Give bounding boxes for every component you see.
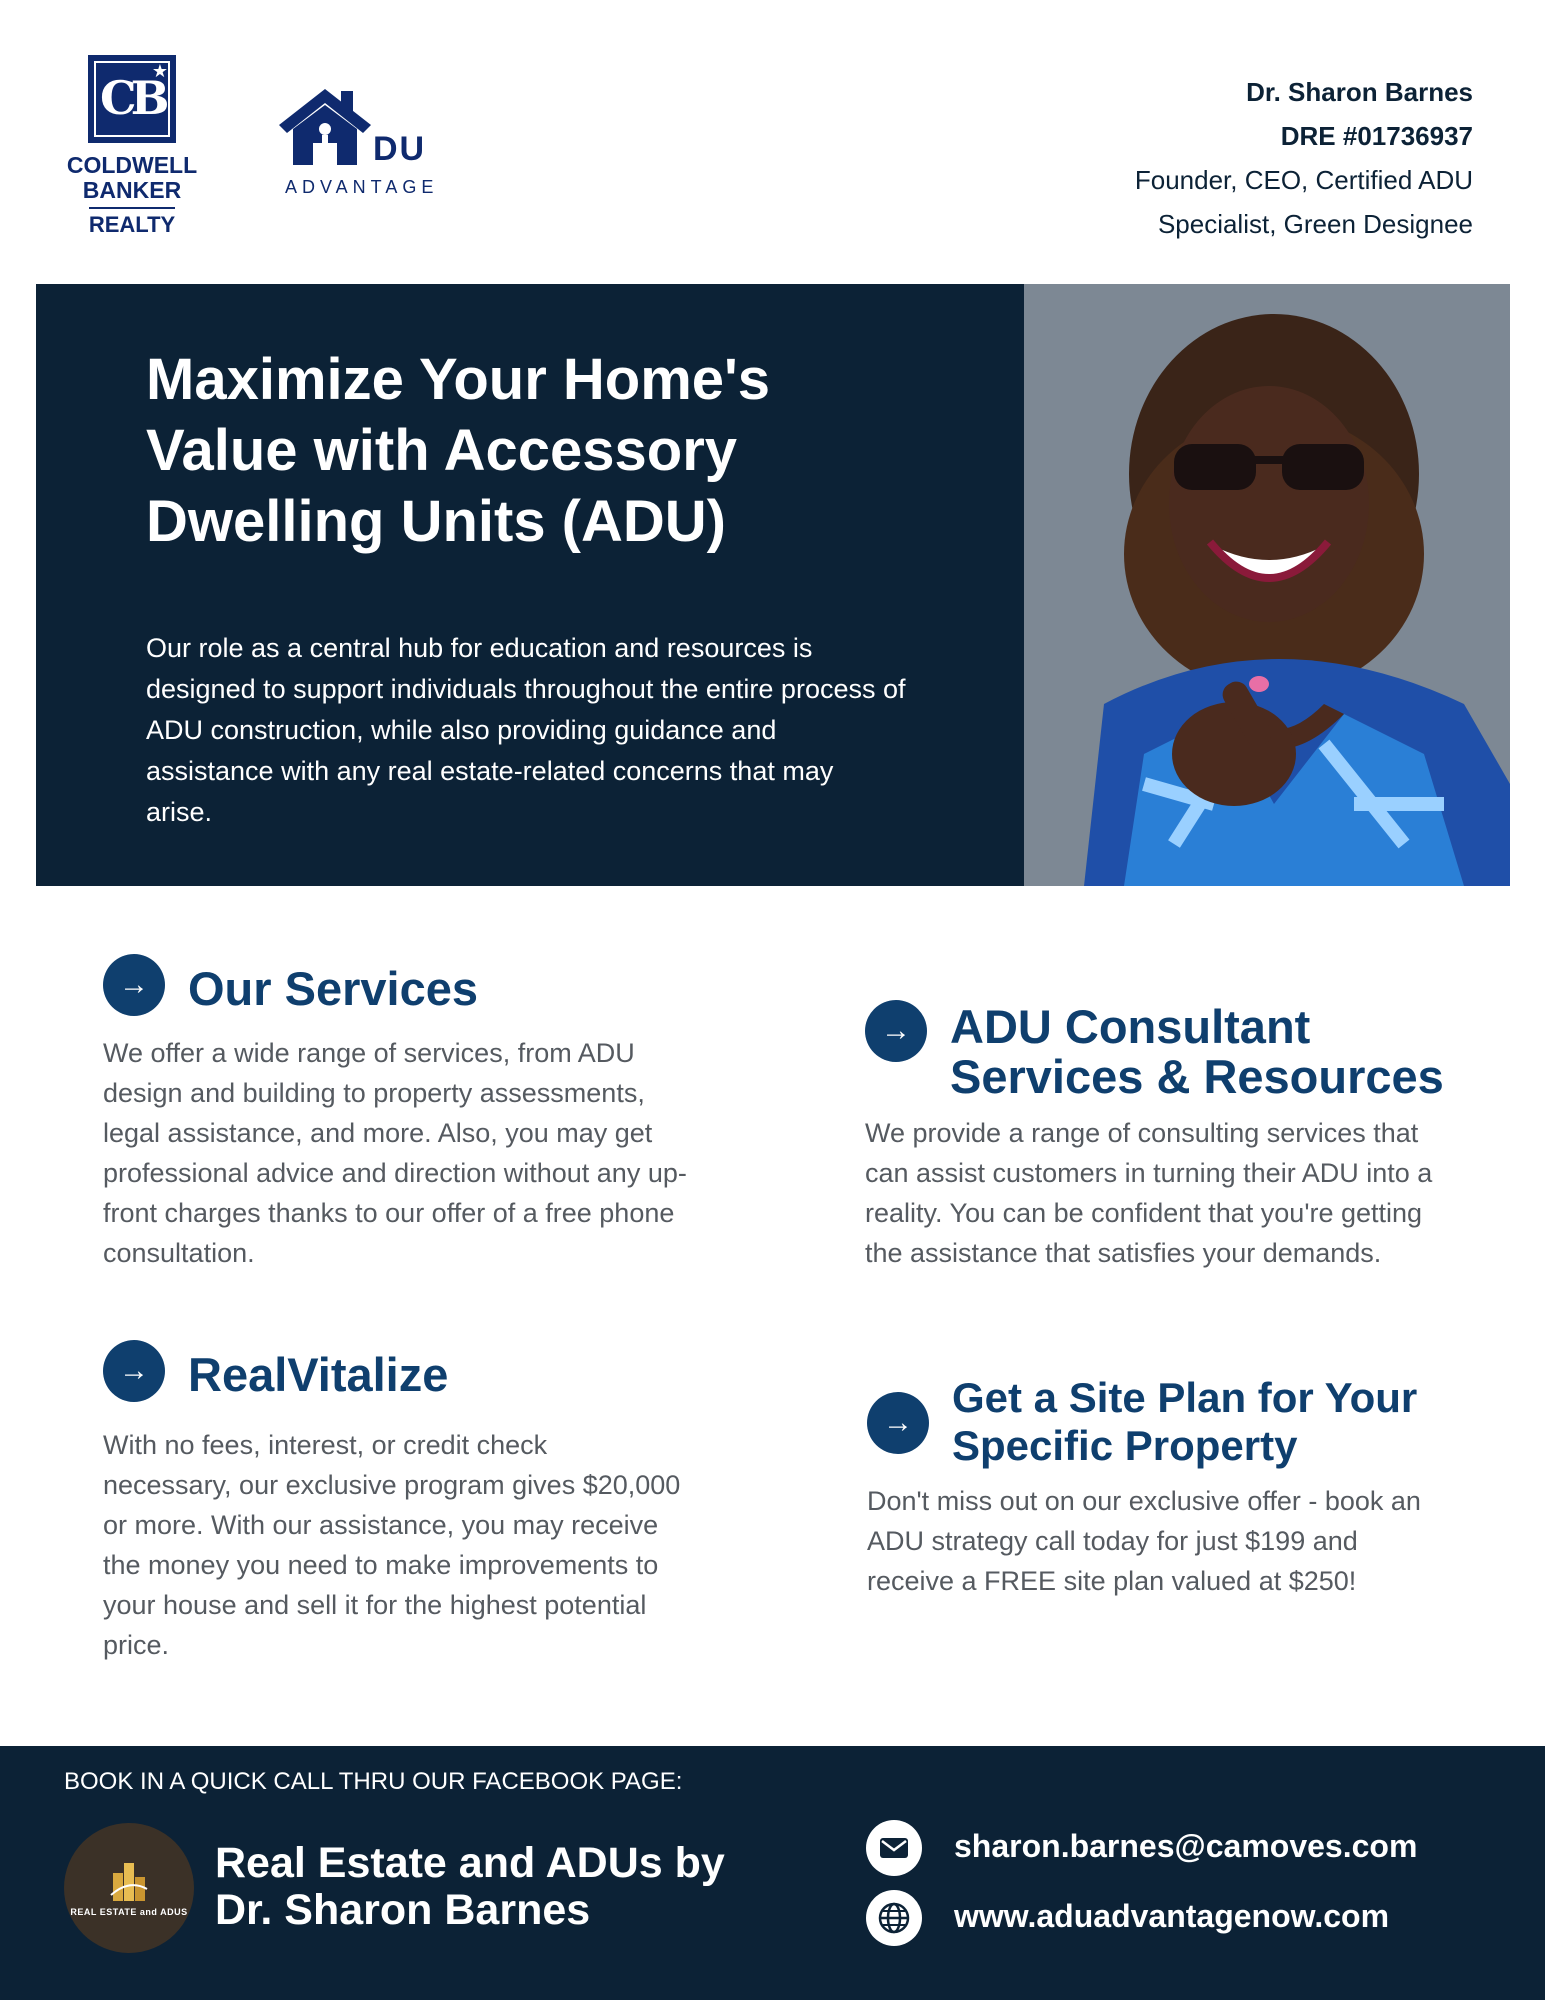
agent-role-line1: Founder, CEO, Certified ADU: [1134, 165, 1473, 195]
section-title-realvitalize: RealVitalize: [188, 1348, 449, 1401]
section-body-realvitalize: With no fees, interest, or credit check …: [103, 1430, 681, 1660]
section-title-line: Specific Property: [952, 1422, 1298, 1469]
house-icon: [279, 89, 371, 165]
section-title-line: Get a Site Plan for Your: [952, 1374, 1418, 1421]
coldwell-banker-logo: CB ★ COLDWELL BANKER REALTY: [52, 55, 212, 237]
coldwell-banker-emblem: CB ★: [88, 55, 176, 143]
email-icon: [866, 1820, 922, 1876]
facebook-page-name-line: Dr. Sharon Barnes: [215, 1886, 591, 1934]
arrow-right-icon: →: [103, 1340, 165, 1402]
arrow-right-icon: →: [103, 954, 165, 1016]
adu-logo-tagline: ADVANTAGE: [285, 177, 439, 197]
arrow-right-icon: →: [867, 1392, 929, 1454]
hero-title-line: Dwelling Units (ADU): [146, 489, 726, 554]
agent-name: Dr. Sharon Barnes: [1246, 77, 1473, 107]
section-title-line: ADU Consultant: [950, 1000, 1311, 1053]
section-title-consultant: ADU Consultant Services & Resources: [950, 1002, 1444, 1102]
logo-line: BANKER: [82, 177, 182, 203]
website-link[interactable]: www.aduadvantagenow.com: [954, 1898, 1389, 1935]
section-title-services: Our Services: [188, 962, 479, 1015]
section-body-siteplan: Don't miss out on our exclusive offer - …: [867, 1486, 1421, 1596]
hero-title-line: Maximize Your Home's: [146, 347, 771, 412]
adu-logo-du: DU: [373, 130, 427, 168]
facebook-page-logo[interactable]: REAL ESTATE and ADUS: [64, 1823, 194, 1953]
facebook-page-logo-text: REAL ESTATE and ADUS: [70, 1907, 188, 1917]
section-title-line: Services & Resources: [950, 1050, 1444, 1103]
section-title-siteplan: Get a Site Plan for Your Specific Proper…: [952, 1374, 1417, 1470]
email-link[interactable]: sharon.barnes@camoves.com: [954, 1828, 1417, 1865]
facebook-page-name[interactable]: Real Estate and ADUs by Dr. Sharon Barne…: [215, 1840, 775, 1934]
hero-description: Our role as a central hub for education …: [146, 633, 906, 827]
header-contact: Dr. Sharon Barnes DRE #01736937 Founder,…: [973, 70, 1473, 246]
dre-number: DRE #01736937: [1280, 121, 1473, 151]
footer-book-text: BOOK IN A QUICK CALL THRU OUR FACEBOOK P…: [64, 1768, 683, 1795]
section-body-consultant: We provide a range of consulting service…: [865, 1118, 1433, 1268]
logo-line: REALTY: [88, 207, 176, 237]
adu-advantage-logo: DU ADVANTAGE: [275, 85, 455, 197]
arrow-right-icon: →: [865, 1000, 927, 1062]
hero-title-line: Value with Accessory: [146, 418, 738, 483]
section-body-services: We offer a wide range of services, from …: [103, 1038, 687, 1268]
globe-icon: [866, 1890, 922, 1946]
portrait-illustration: [1024, 284, 1510, 886]
logo-line: COLDWELL: [66, 152, 198, 178]
agent-photo: [1024, 284, 1510, 886]
hero-title: Maximize Your Home's Value with Accessor…: [146, 344, 946, 557]
facebook-page-name-line: Real Estate and ADUs by: [215, 1839, 725, 1887]
agent-role-line2: Specialist, Green Designee: [1157, 209, 1473, 239]
buildings-icon: [110, 1863, 148, 1901]
